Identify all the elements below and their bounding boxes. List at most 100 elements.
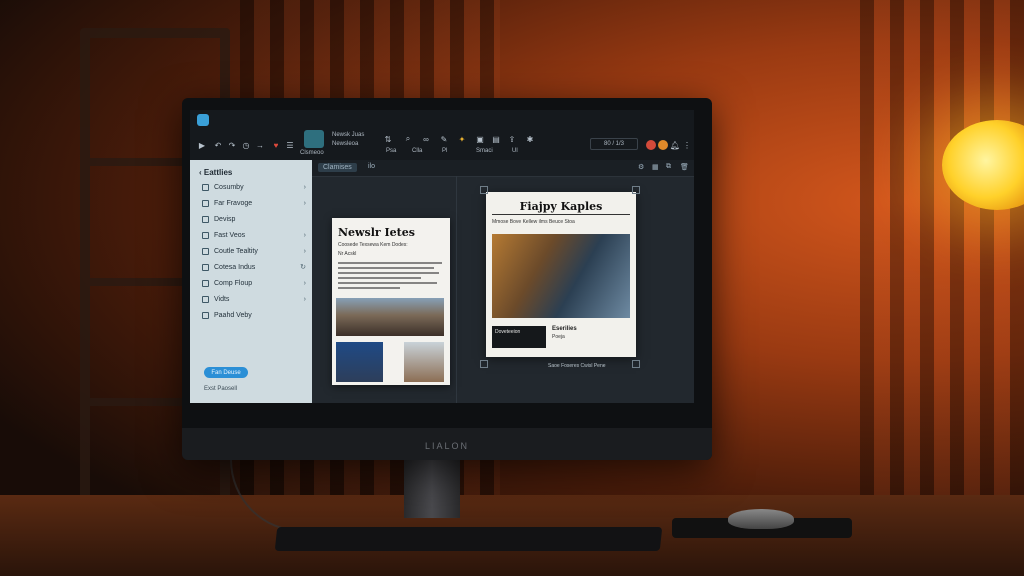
image-icon[interactable]: ▣ xyxy=(474,132,486,146)
page-meta: Mmose Bove Kellew ilms Beuce Stoa xyxy=(492,219,575,225)
mouse xyxy=(728,509,794,529)
star-icon[interactable]: ✱ xyxy=(524,132,536,146)
avatar[interactable] xyxy=(658,140,668,150)
title-rule xyxy=(492,214,630,215)
newsletter-page-right[interactable]: Fiajpy Kaples Mmose Bove Kellew ilms Beu… xyxy=(486,192,636,357)
sidebar-item[interactable]: Vidts › xyxy=(202,292,306,306)
text-line xyxy=(338,267,434,269)
label-f: Ul xyxy=(512,148,518,154)
label-a: Clsmeoo xyxy=(300,150,324,156)
text-line xyxy=(338,287,401,289)
page-icon xyxy=(202,215,209,223)
page-icon xyxy=(202,295,209,303)
label-c: Clla xyxy=(412,148,423,154)
document-subtitle: Newsleoa xyxy=(332,141,359,147)
resize-handle[interactable] xyxy=(480,360,488,368)
trash-icon[interactable]: 🗑︎ xyxy=(680,163,689,171)
heart-icon[interactable]: ♥ xyxy=(270,138,282,152)
document-button[interactable] xyxy=(304,130,324,148)
more-icon[interactable]: ⋮ xyxy=(682,138,692,152)
sidebar-item[interactable]: Far Fravoge › xyxy=(202,196,306,210)
sidebar-item[interactable]: Comp Floup › xyxy=(202,276,306,290)
sidebar-item-label: Comp Floup xyxy=(214,279,253,287)
brush-icon[interactable]: ✦ xyxy=(456,132,468,146)
newsletter-page-left[interactable]: Newslr Ietes Coosede Texsewa Kem Dodes: … xyxy=(332,218,450,385)
page-icon xyxy=(202,231,209,239)
canvas-divider xyxy=(456,176,457,403)
sidebar-item-label: Devisp xyxy=(214,215,236,223)
section-label: Eserilies xyxy=(552,326,577,332)
table-icon[interactable]: ▤ xyxy=(490,132,502,146)
resize-handle[interactable] xyxy=(632,360,640,368)
keyboard xyxy=(274,527,663,551)
pen-icon[interactable]: ✎ xyxy=(438,132,450,146)
zoom-control[interactable]: 80 / 1/3 xyxy=(590,138,638,150)
app-icon xyxy=(197,114,209,126)
room-scene: ▶ ↶ ↷ ◷ → ♥ ☰ Newsk Juas Newsleoa Clsmeo… xyxy=(0,0,1024,576)
bridge-photo[interactable] xyxy=(492,234,630,318)
page-icon xyxy=(202,199,209,207)
label-e: Smaci xyxy=(476,148,493,154)
editor-canvas: Clamises ilo ⚙ ▦ ⧉ 🗑︎ Newslr Ietes Coose… xyxy=(312,160,694,403)
sidebar-item[interactable]: Fast Veos › xyxy=(202,228,306,242)
text-line xyxy=(338,262,442,264)
page-footer: Saoe Foseres Cwisl Pene xyxy=(548,363,606,369)
monitor: ▶ ↶ ↷ ◷ → ♥ ☰ Newsk Juas Newsleoa Clsmeo… xyxy=(182,98,712,460)
search-icon[interactable]: ⌕ xyxy=(402,132,414,146)
screen: ▶ ↶ ↷ ◷ → ♥ ☰ Newsk Juas Newsleoa Clsmeo… xyxy=(190,110,694,403)
undo-icon[interactable]: ↶ xyxy=(212,138,224,152)
resize-handle[interactable] xyxy=(480,186,488,194)
sort-icon[interactable]: ⇅ xyxy=(382,132,394,146)
caption-box[interactable]: Doveteeion xyxy=(492,326,546,348)
chevron-right-icon: › xyxy=(303,279,306,287)
monitor-bezel: LIALON xyxy=(182,428,712,460)
link-icon[interactable]: ∞ xyxy=(420,132,432,146)
chevron-right-icon: › xyxy=(303,199,306,207)
share-icon[interactable]: ⇪ xyxy=(506,132,518,146)
tab-active[interactable]: Clamises xyxy=(318,163,357,172)
sidebar-item[interactable]: Devisp xyxy=(202,212,306,226)
sidebar-footer-link[interactable]: Exst Paosell xyxy=(204,386,237,392)
label-b: Psa xyxy=(386,148,397,154)
street-photo[interactable] xyxy=(336,298,444,336)
label-d: Pl xyxy=(442,148,448,154)
toolbar: ▶ ↶ ↷ ◷ → ♥ ☰ Newsk Juas Newsleoa Clsmeo… xyxy=(190,110,694,161)
document-title[interactable]: Newsk Juas xyxy=(332,132,364,138)
menu-icon[interactable]: ☰ xyxy=(284,138,296,152)
sidebar: ‹ Eattlies Cosumby › Far Fravoge › Devisp … xyxy=(190,160,312,403)
chevron-right-icon: › xyxy=(303,231,306,239)
tab[interactable]: ilo xyxy=(368,163,375,170)
sidebar-action-button[interactable]: Fan Deuse xyxy=(204,367,248,378)
sidebar-item[interactable]: Coutle Tealtity › xyxy=(202,244,306,258)
grid-icon[interactable]: ▦ xyxy=(652,163,659,171)
resize-handle[interactable] xyxy=(632,186,640,194)
sidebar-item-label: Cosumby xyxy=(214,183,244,191)
page-icon xyxy=(202,279,209,287)
sidebar-title[interactable]: ‹ Eattlies xyxy=(199,168,232,177)
text-line xyxy=(338,282,437,284)
portrait-photo-woman[interactable] xyxy=(404,342,444,382)
play-icon[interactable]: ▶ xyxy=(196,138,208,152)
chevron-right-icon: › xyxy=(303,183,306,191)
sidebar-item-label: Vidts xyxy=(214,295,230,303)
page-meta: Nr Acskl xyxy=(338,251,357,257)
sidebar-item-label: Fast Veos xyxy=(214,231,246,239)
section-text: Poeja xyxy=(552,334,565,340)
page-icon xyxy=(202,183,209,191)
tab-bar: Clamises ilo ⚙ ▦ ⧉ 🗑︎ xyxy=(312,160,694,177)
arrow-icon[interactable]: → xyxy=(254,138,266,152)
sidebar-item[interactable]: Cotesa Indus ↻ xyxy=(202,260,306,274)
sidebar-item[interactable]: Cosumby › xyxy=(202,180,306,194)
page-icon xyxy=(202,247,209,255)
redo-icon[interactable]: ↷ xyxy=(226,138,238,152)
sidebar-item[interactable]: Paahd Veby xyxy=(202,308,306,322)
history-icon[interactable]: ◷ xyxy=(240,138,252,152)
page-title: Newslr Ietes xyxy=(338,226,415,239)
settings-icon[interactable]: ⚙ xyxy=(638,163,644,171)
bell-icon[interactable]: 🔔︎ xyxy=(670,138,680,152)
copy-icon[interactable]: ⧉ xyxy=(666,163,671,171)
avatar[interactable] xyxy=(646,140,656,150)
portrait-photo-man[interactable] xyxy=(336,342,383,382)
page-icon xyxy=(202,263,209,271)
sidebar-title-text: Eattlies xyxy=(203,168,233,177)
